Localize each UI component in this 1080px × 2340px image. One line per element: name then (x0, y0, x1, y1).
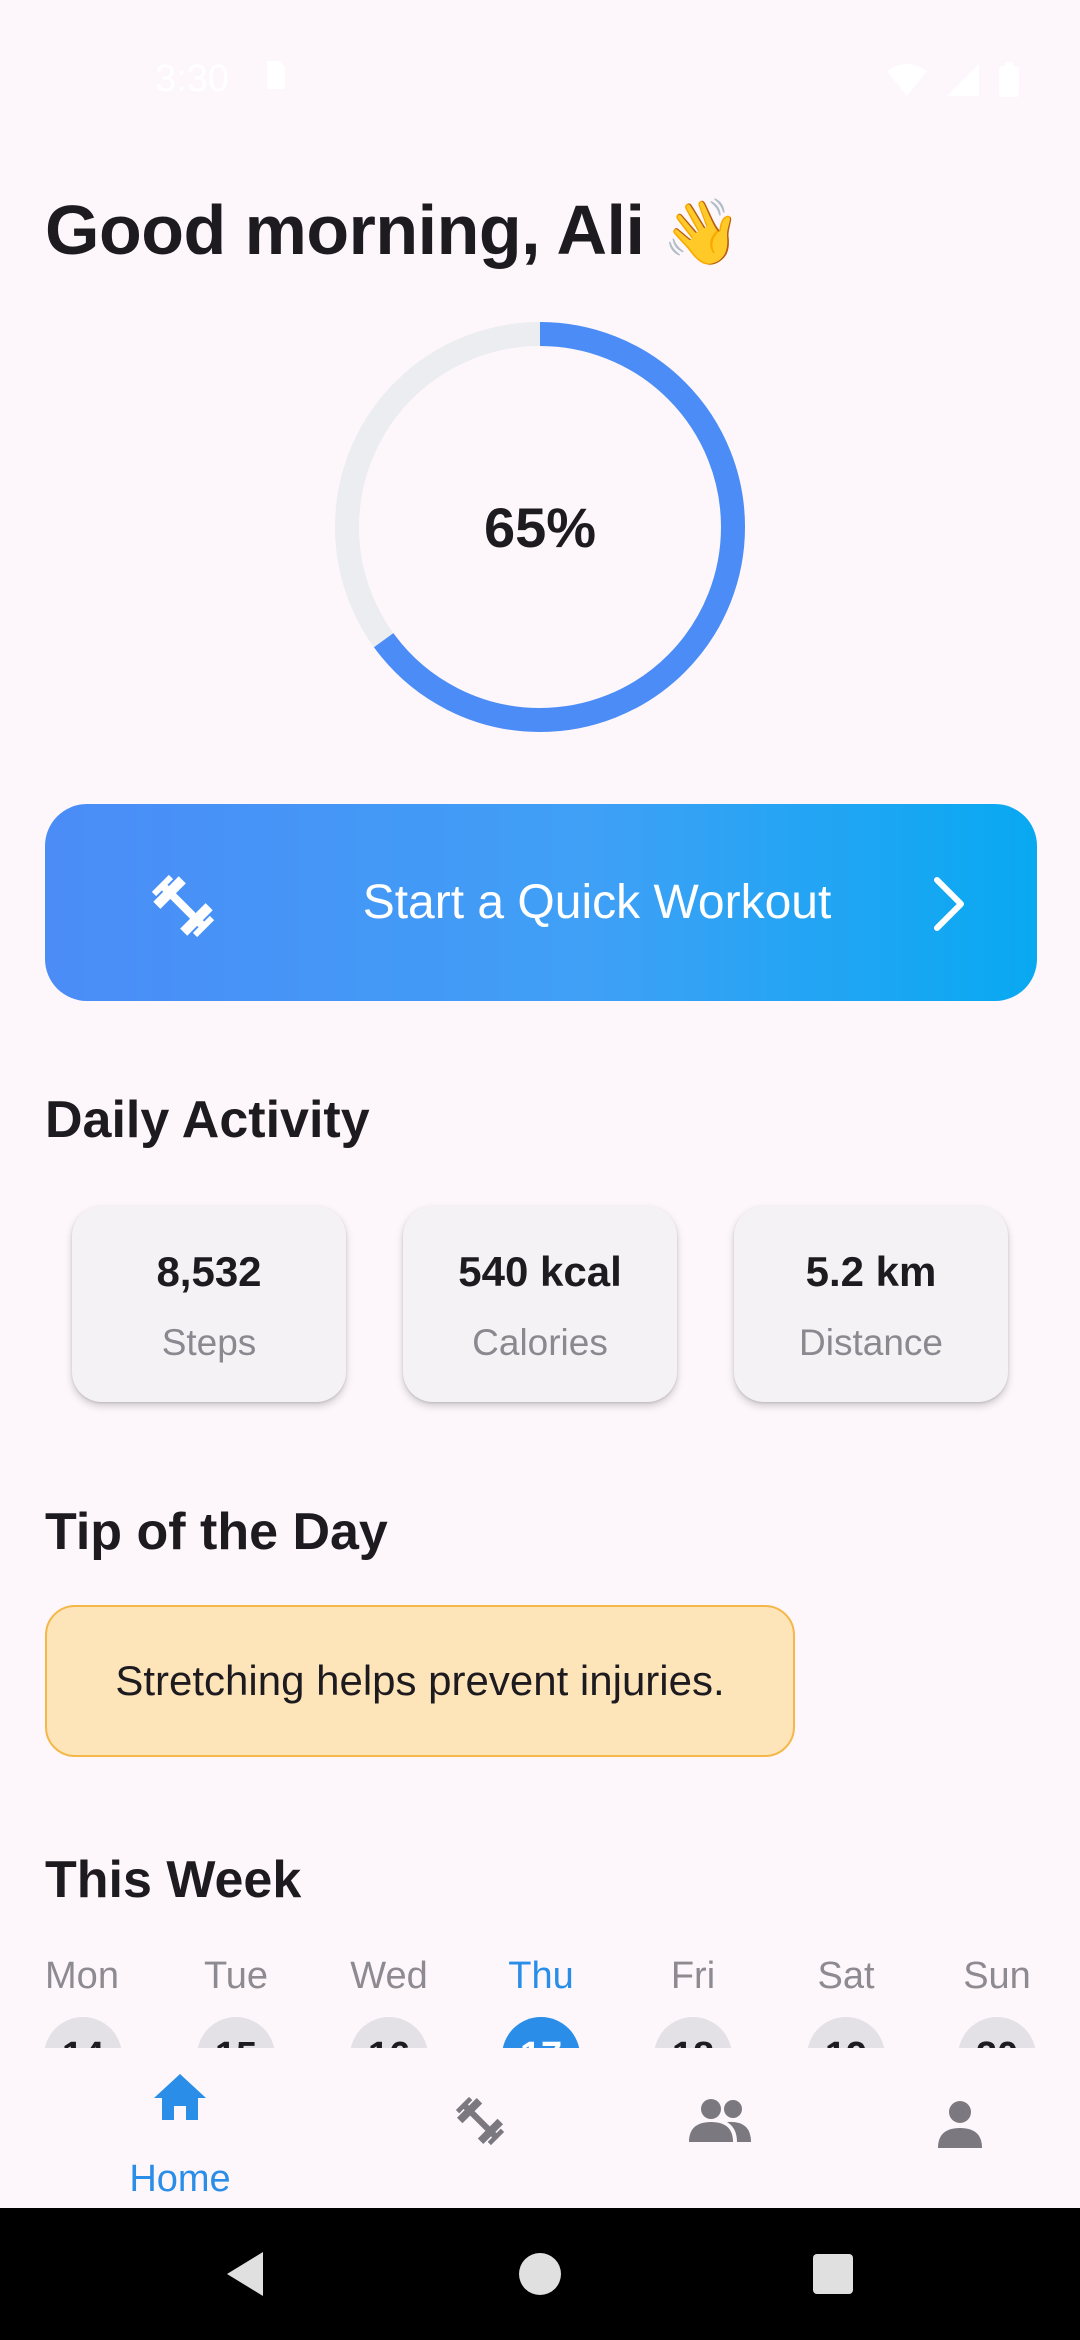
this-week-title: This Week (45, 1851, 302, 1909)
home-icon (45, 2072, 315, 2122)
date-circle-mon[interactable]: 14 (44, 2017, 122, 2048)
daily-progress-ring: 65% (335, 322, 745, 732)
nav-item-community[interactable] (585, 2048, 855, 2208)
wifi-icon (887, 64, 927, 96)
back-icon[interactable] (215, 2208, 275, 2340)
day-name-tue[interactable]: Tue (176, 1955, 296, 1998)
stat-label: Distance (799, 1322, 943, 1363)
stat-value: 540 kcal (458, 1248, 622, 1295)
start-quick-workout-label: Start a Quick Workout (362, 876, 832, 929)
day-name-mon[interactable]: Mon (22, 1955, 142, 1998)
day-name-fri[interactable]: Fri (633, 1955, 753, 1998)
start-quick-workout-button[interactable]: Start a Quick Workout (45, 804, 1037, 1001)
date-circle-thu[interactable]: 17 (502, 2017, 580, 2048)
home-circle-icon[interactable] (515, 2208, 565, 2340)
stat-value: 5.2 km (805, 1248, 937, 1295)
stat-card-distance: 5.2 km Distance (734, 1206, 1008, 1402)
chevron-right-icon (929, 874, 969, 939)
day-name-thu[interactable]: Thu (481, 1955, 601, 1998)
greeting-text: Good morning, Ali (45, 191, 645, 269)
status-icons (886, 62, 1020, 98)
day-name-sun[interactable]: Sun (937, 1955, 1057, 1998)
tip-of-the-day-title: Tip of the Day (45, 1503, 388, 1561)
recents-square-icon[interactable] (810, 2208, 856, 2340)
week-date-row: 14 15 16 17 18 19 20 (0, 2012, 1080, 2048)
date-circle-fri[interactable]: 18 (654, 2017, 732, 2048)
sim-card-icon (264, 58, 288, 101)
nav-item-profile[interactable] (825, 2048, 1080, 2208)
person-icon (825, 2100, 1080, 2148)
battery-icon (999, 62, 1019, 97)
tip-card: Stretching helps prevent injuries. (45, 1605, 795, 1757)
day-name-wed[interactable]: Wed (329, 1955, 449, 1998)
day-name-sat[interactable]: Sat (786, 1955, 906, 1998)
date-circle-sat[interactable]: 19 (807, 2017, 885, 2048)
nav-label-home: Home (129, 2158, 231, 2200)
date-circle-wed[interactable]: 16 (350, 2017, 428, 2048)
status-time: 3:30 (155, 58, 229, 100)
progress-percent: 65% (483, 495, 597, 559)
date-circle-sun[interactable]: 20 (958, 2017, 1036, 2048)
date-circle-tue[interactable]: 15 (197, 2017, 275, 2048)
greeting-heading: Good morning, Ali 👋 (45, 190, 742, 270)
stat-card-calories: 540 kcal Calories (403, 1206, 677, 1402)
dumbbell-icon (345, 2090, 615, 2152)
stat-card-steps: 8,532 Steps (72, 1206, 346, 1402)
status-bar: 3:30 (0, 0, 1080, 110)
nav-item-home[interactable]: Home (45, 2048, 315, 2208)
tip-text: Stretching helps prevent injuries. (115, 1657, 725, 1704)
nav-item-workouts[interactable] (345, 2048, 615, 2208)
stat-label: Steps (161, 1322, 257, 1363)
signal-icon (947, 64, 979, 96)
system-navigation-bar (0, 2208, 1080, 2340)
bottom-navigation-bar: Home (0, 2048, 1080, 2208)
stat-label: Calories (472, 1322, 608, 1363)
stat-value: 8,532 (156, 1248, 262, 1295)
group-icon (585, 2098, 855, 2142)
waving-hand-emoji: 👋 (662, 196, 742, 268)
daily-activity-title: Daily Activity (45, 1091, 370, 1149)
